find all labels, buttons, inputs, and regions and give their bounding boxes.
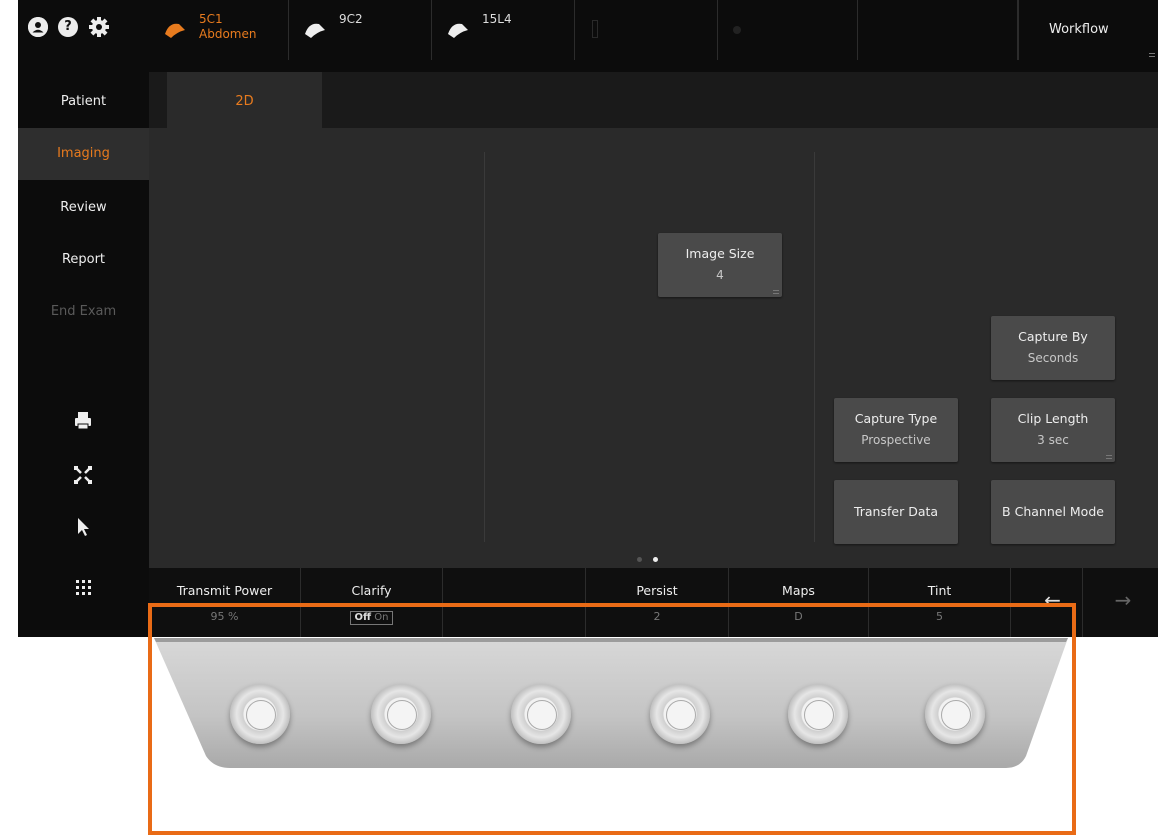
pointer-cursor-icon[interactable] [70,514,96,540]
probe-icon [305,23,325,38]
b-channel-mode-label: B Channel Mode [1002,504,1104,519]
clip-length-label: Clip Length [1017,411,1089,426]
capture-type-button[interactable]: Capture Type Prospective [834,398,958,462]
b-channel-mode-button[interactable]: B Channel Mode [991,480,1115,544]
top-bar: ? 5C1 Abdomen 9C2 15L4 Workflow [18,0,1158,72]
tint-label: Tint [927,583,952,598]
ultrasound-screen: ? 5C1 Abdomen 9C2 15L4 Workflow Patient … [18,0,1158,637]
probe-name: 9C2 [339,12,363,26]
nav-end-exam[interactable]: End Exam [18,286,149,338]
clip-length-value: 3 sec [1037,433,1069,447]
capture-by-button[interactable]: Capture By Seconds [991,316,1115,380]
probe-name: 5C1 [199,12,223,26]
probe-9c2[interactable]: 9C2 [289,0,432,60]
image-size-button[interactable]: Image Size 4 [658,233,782,297]
persist-label: Persist [636,583,678,598]
nav-review[interactable]: Review [18,182,149,234]
probe-15l4[interactable]: 15L4 [432,0,575,60]
settings-gear-icon[interactable] [88,16,110,42]
workflow-button[interactable]: Workflow [1018,0,1158,60]
next-page-arrow-icon[interactable]: → [1093,568,1153,637]
mode-tab-row: 2D [149,72,1158,128]
apps-grid-icon[interactable] [70,574,96,600]
capture-type-label: Capture Type [854,411,938,426]
nav-imaging[interactable]: Imaging [18,128,149,180]
help-icon[interactable]: ? [58,17,78,37]
workflow-label: Workflow [1049,22,1109,37]
tab-2d[interactable]: 2D [167,72,322,128]
print-icon[interactable] [70,408,96,434]
column-divider [814,152,815,542]
menu-corner-icon [1106,455,1112,459]
image-size-label: Image Size [685,246,755,261]
transfer-data-label: Transfer Data [853,504,939,519]
capture-type-value: Prospective [861,433,931,447]
empty-probe-slot [575,0,718,60]
transfer-data-button[interactable]: Transfer Data [834,480,958,544]
transmit-power-label: Transmit Power [176,583,273,598]
capture-by-label: Capture By [1018,329,1088,344]
menu-corner-icon [1149,53,1155,57]
probe-5c1[interactable]: 5C1 Abdomen [149,0,289,60]
controls-panel: Image Size 4 Capture By Seconds Capture … [149,128,1158,568]
column-divider [484,152,485,542]
probe-icon [165,23,185,38]
probe-icon [448,23,468,38]
fullscreen-icon[interactable] [70,462,96,488]
maps-label: Maps [782,583,815,598]
empty-probe-slot [718,0,858,60]
menu-corner-icon [773,290,779,294]
clarify-label: Clarify [351,583,392,598]
capture-by-value: Seconds [1027,351,1079,365]
nav-patient[interactable]: Patient [18,76,149,128]
left-nav: Patient Imaging Review Report End Exam [18,72,149,637]
empty-slot-icon [733,26,741,34]
user-icon[interactable] [28,17,48,37]
image-size-value: 4 [716,268,724,282]
probe-name: 15L4 [482,12,512,26]
highlight-frame [148,603,1076,835]
empty-slot-icon [592,20,598,38]
empty-probe-slot [858,0,1018,60]
probe-preset: Abdomen [199,27,257,41]
nav-report[interactable]: Report [18,234,149,286]
clip-length-button[interactable]: Clip Length 3 sec [991,398,1115,462]
page-dot-2[interactable] [653,557,658,562]
page-dot-1[interactable] [637,557,642,562]
